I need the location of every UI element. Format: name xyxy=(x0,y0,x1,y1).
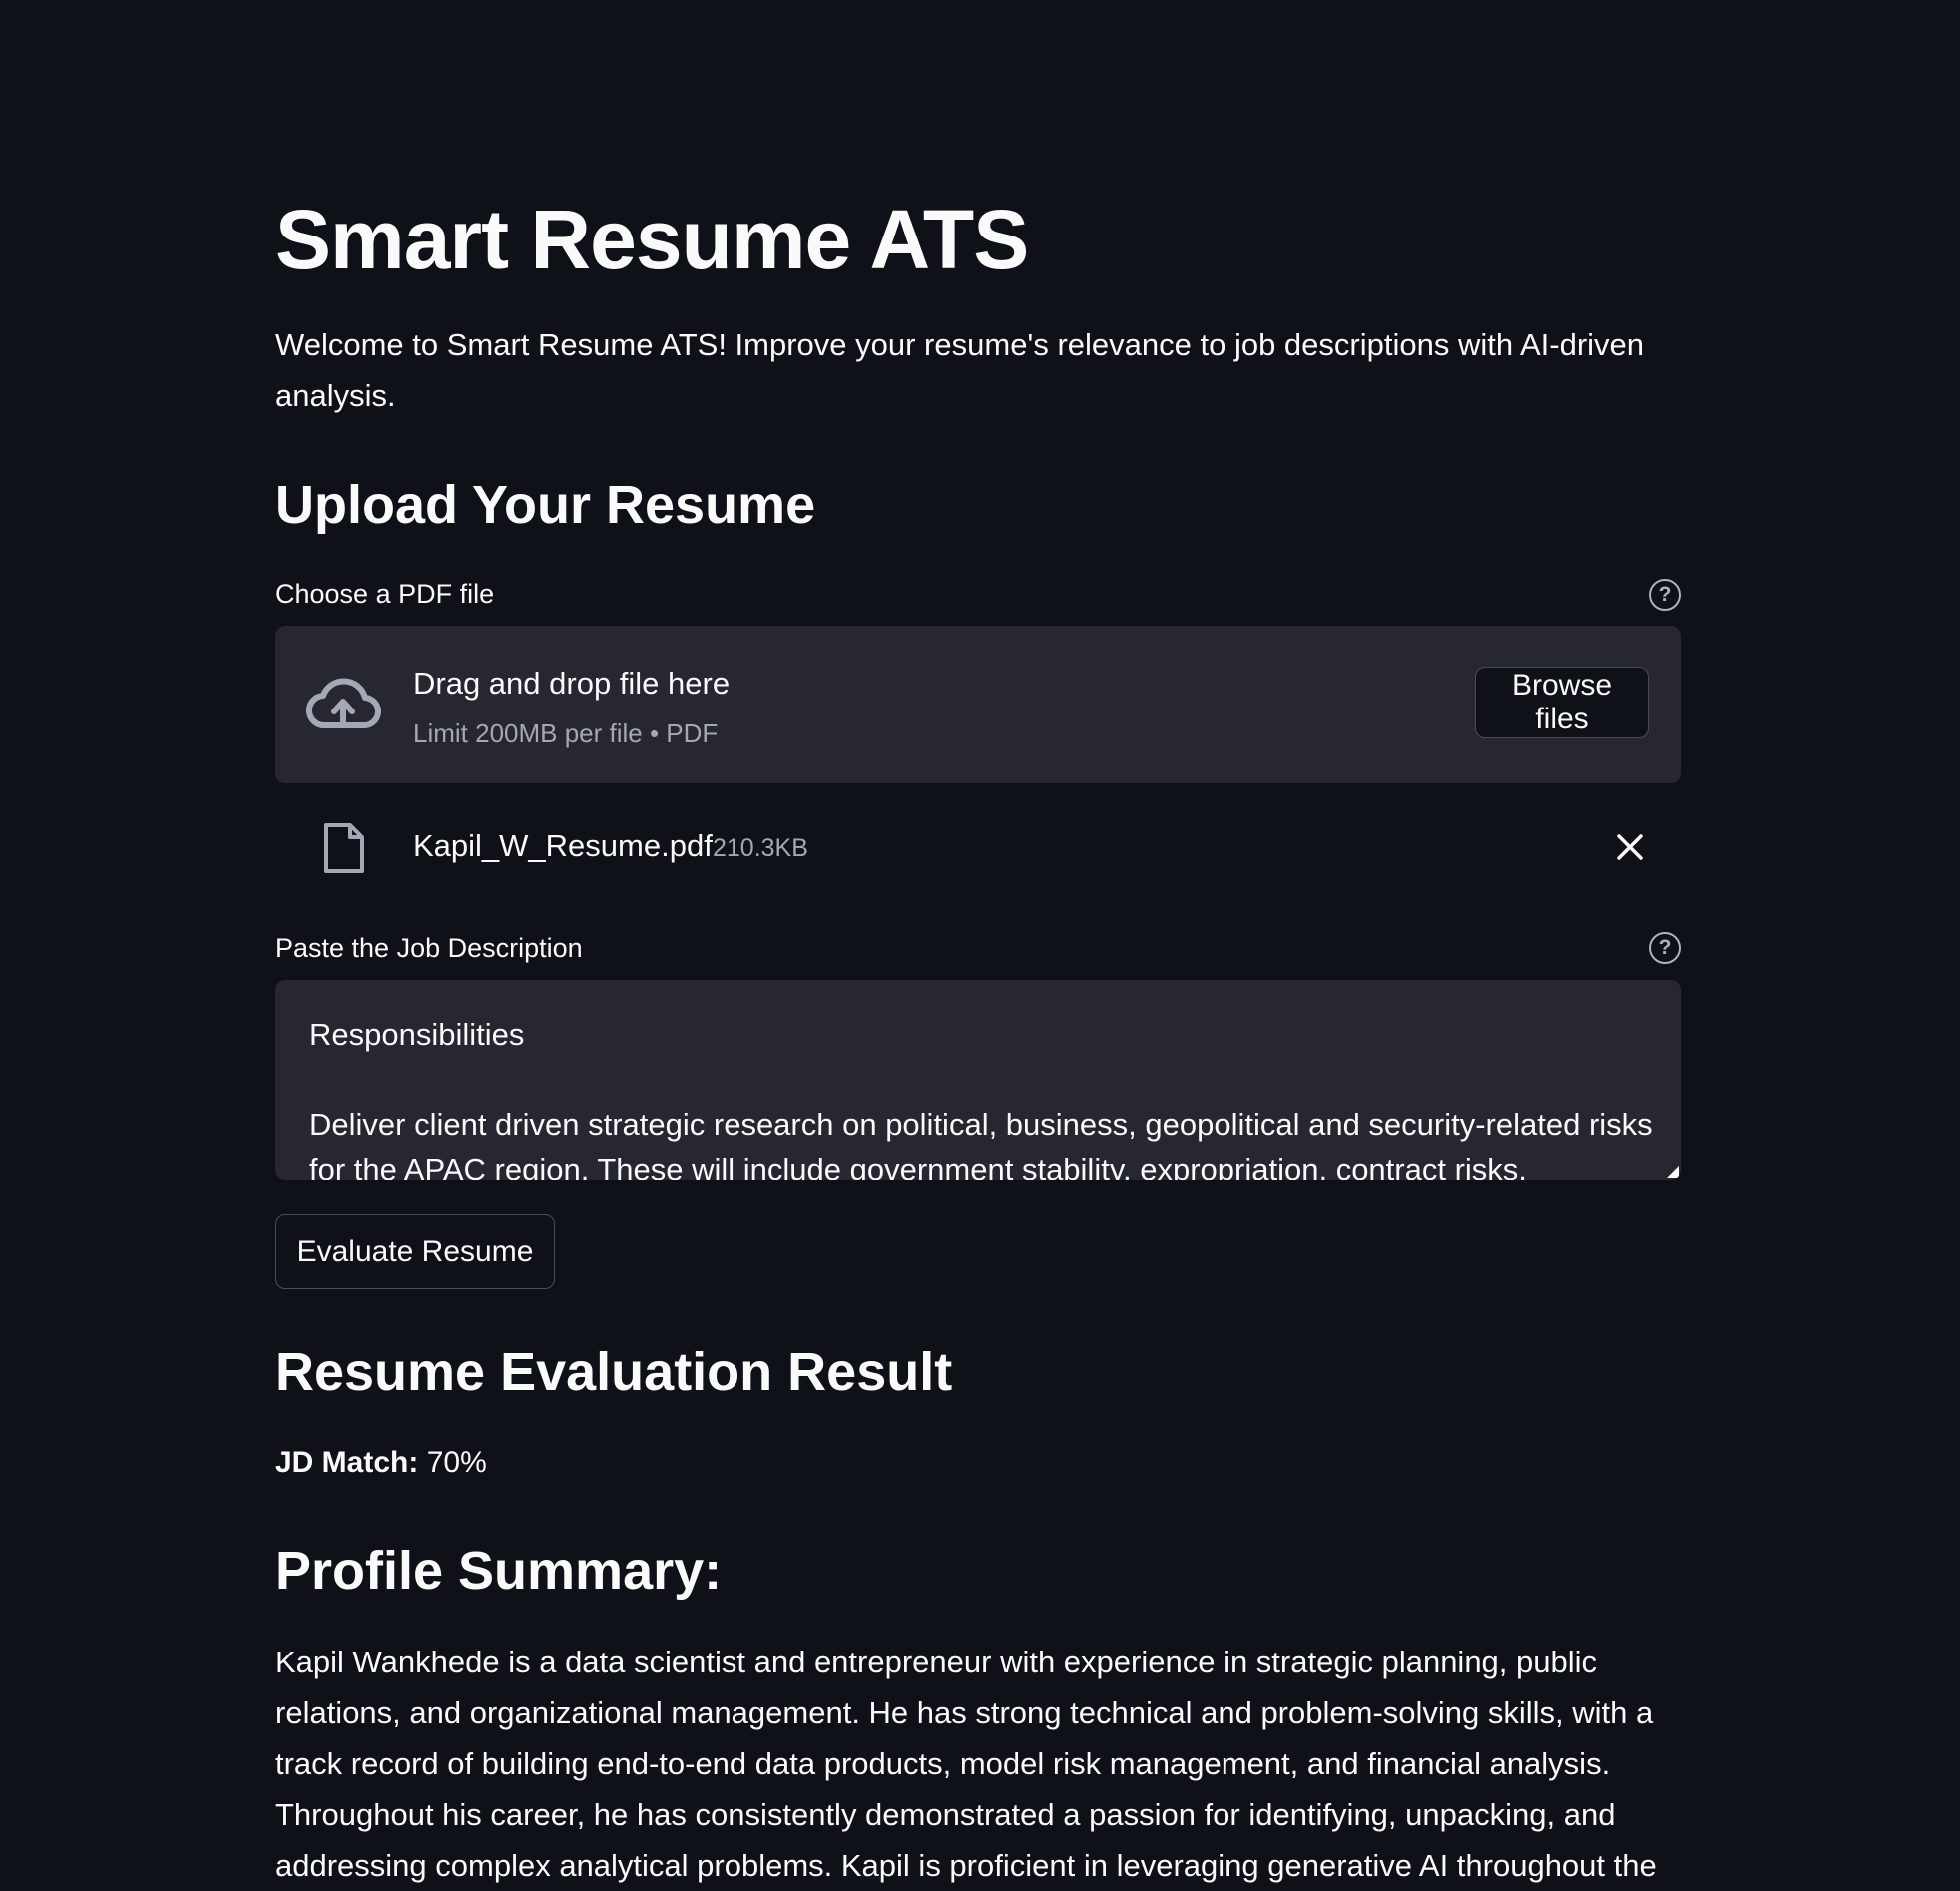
cloud-upload-icon xyxy=(305,678,381,729)
question-circle-icon[interactable]: ? xyxy=(1649,932,1681,964)
resize-handle[interactable] xyxy=(1667,1166,1679,1178)
dropzone-subtitle: Limit 200MB per file • PDF xyxy=(413,718,719,748)
file-icon xyxy=(324,823,364,873)
jd-match-label: JD Match: xyxy=(275,1446,419,1479)
job-description-textarea[interactable]: Responsibilities Deliver client driven s… xyxy=(275,980,1681,1180)
job-description-label: Paste the Job Description xyxy=(275,933,583,963)
intro-text: Welcome to Smart Resume ATS! Improve you… xyxy=(275,327,1645,413)
upload-heading: Upload Your Resume xyxy=(275,475,816,535)
browse-files-button[interactable]: Browse files xyxy=(1475,667,1649,738)
jd-match: JD Match: 70% xyxy=(275,1443,487,1483)
file-dropzone[interactable]: Drag and drop file here Limit 200MB per … xyxy=(275,626,1681,783)
question-circle-icon[interactable]: ? xyxy=(1649,579,1681,611)
result-heading: Resume Evaluation Result xyxy=(275,1342,953,1402)
close-icon[interactable] xyxy=(1615,832,1645,862)
profile-summary-text: Kapil Wankhede is a data scientist and e… xyxy=(275,1645,1657,1883)
job-description-text[interactable]: Responsibilities Deliver client driven s… xyxy=(309,1012,1657,1180)
dropzone-title: Drag and drop file here xyxy=(413,666,731,701)
evaluate-resume-button[interactable]: Evaluate Resume xyxy=(275,1214,555,1289)
file-size: 210.3KB xyxy=(713,834,808,862)
file-name: Kapil_W_Resume.pdf xyxy=(413,828,713,863)
page-title: Smart Resume ATS xyxy=(275,193,1029,286)
jd-match-value: 70% xyxy=(426,1446,487,1479)
upload-label: Choose a PDF file xyxy=(275,579,495,609)
uploaded-file-row: Kapil_W_Resume.pdf 210.3KB xyxy=(275,808,1681,884)
profile-summary-heading: Profile Summary: xyxy=(275,1541,723,1601)
